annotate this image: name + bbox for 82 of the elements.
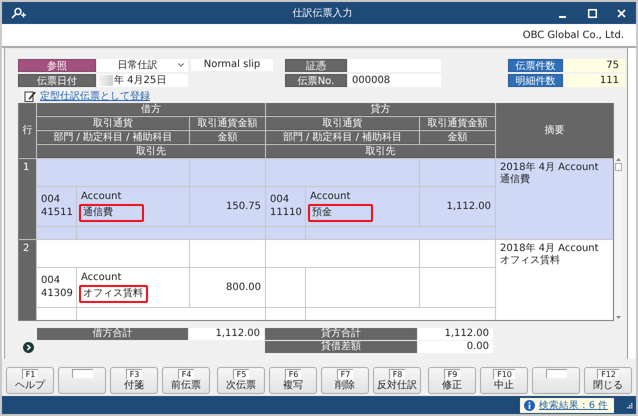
function-key-button[interactable]: F5 次伝票 xyxy=(217,367,265,394)
caret-icon xyxy=(178,63,184,67)
maximize-icon[interactable] xyxy=(588,8,597,18)
scrollbar[interactable] xyxy=(614,155,623,319)
column-header: 行 xyxy=(19,103,36,158)
table-cell: 1,112.00 xyxy=(420,187,495,226)
column-header: 取引通貨 xyxy=(37,117,189,130)
voucher-field[interactable] xyxy=(348,58,441,72)
column-header: 金額 xyxy=(420,131,495,144)
row-number[interactable]: 1 xyxy=(19,159,36,239)
function-key-button[interactable]: F3 付箋 xyxy=(110,367,158,394)
function-key-button[interactable]: F1 ヘルプ xyxy=(6,367,54,394)
column-header: 部門 / 勘定科目 / 補助科目 xyxy=(266,131,419,144)
count-label: 伝票件数 xyxy=(508,58,563,72)
column-header: 部門 / 勘定科目 / 補助科目 xyxy=(37,131,189,144)
function-key-button[interactable]: F12 閉じる xyxy=(584,367,632,394)
department-code: 004 xyxy=(41,194,60,206)
total-value: 0.00 xyxy=(418,341,493,353)
table-cell xyxy=(266,268,305,307)
account-name: オフィス賃料 xyxy=(79,285,148,303)
count-label: 明細件数 xyxy=(508,74,563,86)
department-code: 004 xyxy=(270,194,290,206)
account-label: Account xyxy=(310,191,350,203)
function-key-button[interactable] xyxy=(532,367,580,394)
register-template-link[interactable]: 定型仕訳伝票として登録 xyxy=(40,89,150,103)
scroll-up-icon[interactable] xyxy=(616,158,621,161)
scroll-down-icon[interactable] xyxy=(616,316,621,319)
function-key-button[interactable] xyxy=(58,367,106,394)
resize-grip-icon xyxy=(626,402,633,408)
account-name: 通信費 xyxy=(79,204,144,222)
column-header: 金額 xyxy=(190,131,265,144)
slip-type-note: Normal slip xyxy=(191,59,273,71)
column-header: 摘要 xyxy=(496,103,613,158)
table-cell: 150.75 xyxy=(190,187,265,226)
field-label: 伝票日付 xyxy=(18,74,96,86)
close-icon[interactable] xyxy=(617,8,626,18)
function-key-button[interactable]: F7 削除 xyxy=(321,367,369,394)
redacted-year xyxy=(99,74,113,86)
column-header: 貸方 xyxy=(266,103,495,116)
total-label: 貸借差額 xyxy=(265,341,417,353)
function-key-button[interactable]: F9 修正 xyxy=(428,367,476,394)
account-code: 41309 xyxy=(41,288,73,300)
company-name: OBC Global Co., Ltd. xyxy=(522,30,624,40)
search-result-badge[interactable]: 検索結果：6 件 xyxy=(520,398,614,412)
department-code: 004 xyxy=(41,275,60,287)
search-plus-icon[interactable] xyxy=(10,7,26,19)
function-key-button[interactable]: F4 前伝票 xyxy=(162,367,210,394)
column-header: 借方 xyxy=(37,103,265,116)
column-header: 取引通貨 xyxy=(266,117,419,130)
window-title: 仕訳伝票入力 xyxy=(292,6,354,20)
account-code: 11110 xyxy=(270,207,302,219)
total-label: 借方合計 xyxy=(37,328,188,340)
column-header: 取引先 xyxy=(266,145,495,158)
field-label: 伝票No. xyxy=(285,74,347,86)
account-name: 預金 xyxy=(308,204,373,222)
count-value: 75 xyxy=(564,58,625,72)
column-header: 取引通貨金額 xyxy=(420,117,495,130)
table-cell xyxy=(266,308,305,320)
table-cell: 800.00 xyxy=(190,268,265,307)
account-label: Account xyxy=(81,272,122,284)
total-label: 貸方合計 xyxy=(265,328,417,340)
function-key-button[interactable]: F10 中止 xyxy=(480,367,528,394)
column-header: 取引先 xyxy=(37,145,265,158)
count-value: 111 xyxy=(564,74,625,86)
edit-icon xyxy=(24,90,36,102)
total-value: 1,112.00 xyxy=(418,328,493,340)
info-icon xyxy=(524,400,535,410)
column-header: 取引通貨金額 xyxy=(190,117,265,130)
table-cell: 2018年 4月 Account 通信費 xyxy=(496,159,613,239)
field-label: 参照 xyxy=(18,58,96,72)
slip-number-field[interactable]: 000008 xyxy=(348,74,441,86)
slip-type-dropdown[interactable]: 日常仕訳 xyxy=(97,58,188,72)
scrollbar-thumb[interactable] xyxy=(615,163,622,171)
row-number[interactable]: 2 xyxy=(19,240,36,320)
account-code: 41511 xyxy=(41,207,73,219)
table-cell: 2018年 4月 Account オフィス賃料 xyxy=(496,240,613,320)
function-key-button[interactable]: F6 複写 xyxy=(269,367,317,394)
date-field[interactable]: 年 4月25日 xyxy=(97,74,188,86)
account-label: Account xyxy=(81,191,122,203)
function-key-button[interactable]: F8 反対仕訳 xyxy=(373,367,421,394)
field-label: 証憑 xyxy=(285,58,347,72)
total-value: 1,112.00 xyxy=(189,328,264,340)
